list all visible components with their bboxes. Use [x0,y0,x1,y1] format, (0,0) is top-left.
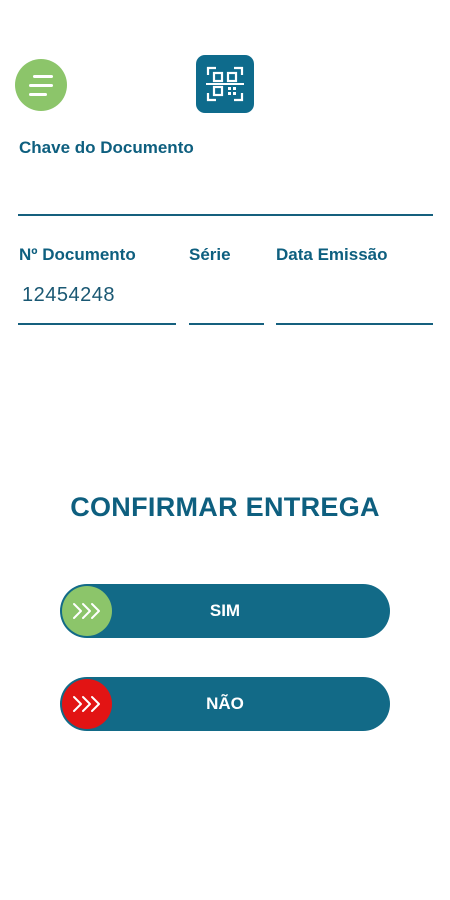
chave-documento-label: Chave do Documento [19,138,194,157]
menu-line [29,83,53,87]
triple-chevron-right-icon[interactable] [62,679,112,729]
triple-chevron-right-icon[interactable] [62,586,112,636]
data-emissao-label: Data Emissão [276,245,388,264]
numero-documento-value[interactable]: 12454248 [22,284,115,307]
menu-line [33,74,53,78]
serie-input[interactable] [189,323,264,325]
confirm-no-swipe-button[interactable]: NÃO [60,677,390,731]
menu-button[interactable] [15,59,67,111]
data-emissao-input[interactable] [276,323,433,325]
chave-documento-input[interactable] [18,214,433,216]
confirm-yes-swipe-button[interactable]: SIM [60,584,390,638]
menu-line [29,92,47,96]
numero-documento-label: Nº Documento [19,245,136,264]
confirm-delivery-title: CONFIRMAR ENTREGA [70,492,380,522]
qr-code-scan-icon[interactable] [196,55,254,113]
serie-label: Série [189,245,231,264]
numero-documento-input[interactable] [18,323,176,325]
delivery-confirmation-screen: Chave do Documento Nº Documento Série Da… [0,0,450,900]
